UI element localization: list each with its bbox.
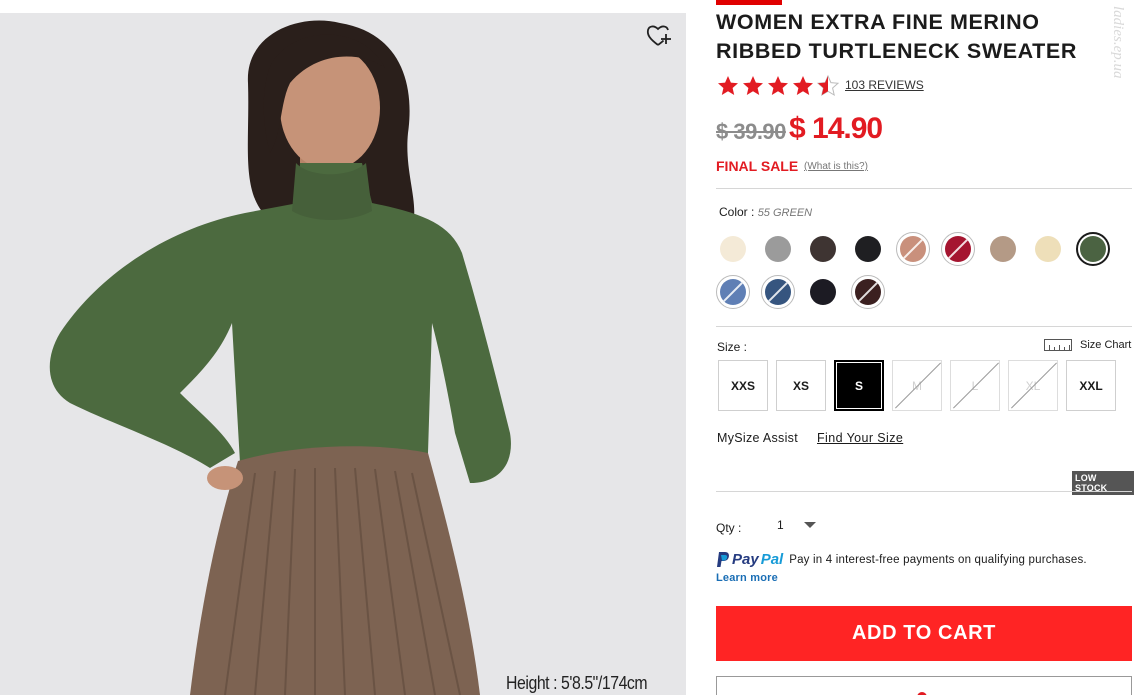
star-full-icon [743,76,763,95]
swatch-dot [855,236,881,262]
original-price: $ 39.90 [716,119,786,144]
paypal-text: Pay in 4 interest-free payments on quali… [789,553,1087,566]
color-label-text: Color : [719,205,755,219]
color-swatch-beige[interactable] [986,232,1020,266]
product-title: WOMEN EXTRA FINE MERINO RIBBED TURTLENEC… [716,10,1077,63]
what-is-this-link[interactable]: (What is this?) [804,161,868,172]
quantity-select[interactable]: 1 [770,513,828,537]
size-option-l: L [950,360,1000,411]
size-label: Size : [717,340,748,354]
unavailable-slash-icon [945,236,971,262]
color-swatch-cream[interactable] [716,232,750,266]
size-chart-link[interactable]: Size Chart [1044,339,1131,351]
unavailable-slash-icon [765,279,791,305]
color-swatch-yellow[interactable] [1031,232,1065,266]
unavailable-slash-icon [720,279,746,305]
watermark: ladies.ep.ua [1110,6,1126,79]
height-caption: Height : 5'8.5"/174cm [506,673,648,693]
paypal-logo: Pay Pal [716,551,783,568]
paypal-p-icon [717,552,729,567]
add-to-cart-button[interactable]: ADD TO CART [716,606,1132,661]
paypal-brand-pal: Pal [760,551,784,568]
color-swatch-light-blue[interactable] [716,275,750,309]
color-swatch-dark-navy[interactable] [806,275,840,309]
size-option-m: M [892,360,942,411]
color-swatch-wine-brown[interactable] [851,275,885,309]
size-option-xl: XL [1008,360,1058,411]
color-label: Color : 55 GREEN [719,205,812,219]
color-swatch-dark-brown[interactable] [806,232,840,266]
swatch-dot [1035,236,1061,262]
color-swatch-light-gray[interactable] [761,232,795,266]
secondary-button[interactable] [716,676,1132,695]
divider [716,188,1132,189]
color-swatch-navy-blue[interactable] [761,275,795,309]
star-full-icon [768,76,788,95]
quantity-label: Qty : [716,521,742,535]
final-sale-label: FINAL SALE [716,158,799,174]
unavailable-slash-icon [900,236,926,262]
swatch-dot [720,279,746,305]
reviews-link[interactable]: 103 REVIEWS [845,78,924,92]
swatch-dot [765,236,791,262]
size-option-s[interactable]: S [834,360,884,411]
chevron-down-icon [804,522,816,528]
swatch-dot [945,236,971,262]
unavailable-slash-icon [855,279,881,305]
color-selected-value: 55 GREEN [757,207,813,219]
color-swatch-red[interactable] [941,232,975,266]
sale-price: $ 14.90 [789,112,883,145]
swatch-dot [990,236,1016,262]
paypal-message: Pay Pal Pay in 4 interest-free payments o… [716,551,1087,568]
divider [716,491,1132,492]
size-option-xs[interactable]: XS [776,360,826,411]
find-your-size-link[interactable]: Find Your Size [817,431,903,445]
learn-more-link[interactable]: Learn more [716,572,778,584]
heart-plus-icon[interactable] [646,23,672,49]
paypal-brand-pay: Pay [732,551,759,568]
swatch-dot [855,279,881,305]
swatch-dot [1080,236,1106,262]
model-image [49,20,511,695]
rating-stars [716,74,840,98]
mysize-assist-label: MySize Assist [717,431,798,445]
swatch-dot [810,236,836,262]
divider [716,326,1132,327]
star-full-icon [793,76,813,95]
size-option-xxl[interactable]: XXL [1066,360,1116,411]
star-full-icon [718,76,738,95]
swatch-dot [810,279,836,305]
size-chart-label: Size Chart [1080,339,1132,351]
quantity-value: 1 [777,518,784,532]
ruler-icon [1044,339,1072,351]
color-swatch-black[interactable] [851,232,885,266]
color-swatch-green[interactable] [1076,232,1110,266]
swatch-dot [765,279,791,305]
swatch-dot [900,236,926,262]
product-photo: Height : 5'8.5"/174cm [0,13,686,695]
size-option-xxs[interactable]: XXS [718,360,768,411]
sale-badge [716,0,782,5]
swatch-dot [720,236,746,262]
star-half-icon [816,74,840,97]
color-swatch-pink-beige[interactable] [896,232,930,266]
